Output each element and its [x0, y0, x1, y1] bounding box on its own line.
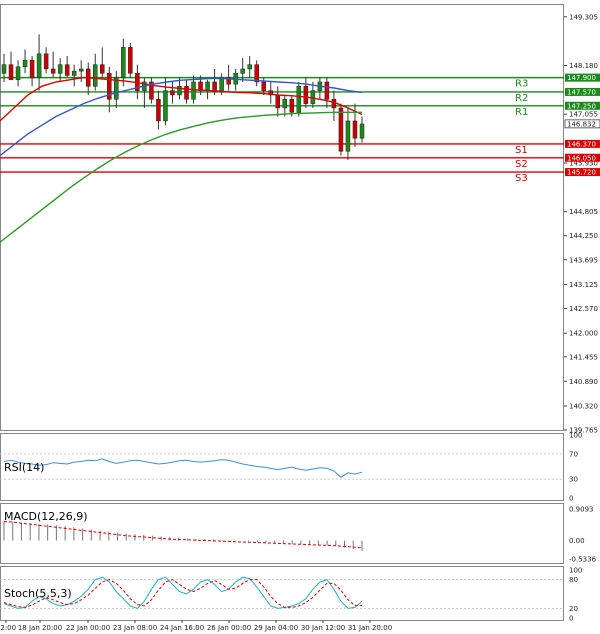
- candle-bear: [50, 68, 56, 74]
- level-name-s3: S3: [515, 173, 528, 184]
- macd-tick-label: -0.5336: [569, 556, 597, 564]
- candle-bull: [71, 70, 77, 76]
- stoch-tick-label: 100: [569, 567, 582, 575]
- level-name-s2: S2: [515, 159, 528, 170]
- x-axis-label: 18 Jan 20:00: [18, 624, 62, 632]
- y-tick-label: 141.455: [569, 353, 598, 361]
- candle-bull: [240, 68, 245, 74]
- candle-bear: [324, 81, 330, 100]
- candle-bear: [254, 64, 259, 83]
- level-name-s1: S1: [515, 145, 528, 156]
- level-price-label: 147.570: [567, 88, 596, 96]
- rsi-tick-label: 30: [569, 476, 578, 484]
- candle-bull: [1, 64, 7, 74]
- candle-bull: [205, 81, 210, 91]
- rsi-title: RSI(14): [4, 461, 44, 474]
- stoch-title: Stoch(5,5,3): [4, 587, 72, 600]
- candle-bull: [121, 47, 126, 78]
- y-tick-label: 147.055: [569, 111, 598, 119]
- level-name-r1: R1: [515, 107, 528, 118]
- x-axis-label: 24 Jan 16:00: [160, 624, 204, 632]
- candle-bear: [43, 53, 49, 70]
- level-price-label: 146.370: [567, 140, 596, 148]
- candle-bear: [64, 64, 70, 76]
- candle-bear: [156, 99, 161, 122]
- candle-bull: [219, 77, 224, 91]
- candle-bear: [29, 60, 35, 78]
- macd-tick-label: 0.9093: [569, 506, 594, 514]
- x-axis-label: 29 Jan 04:00: [254, 624, 298, 632]
- stoch-tick-label: 0: [569, 615, 573, 623]
- level-price-label: 147.900: [567, 74, 596, 82]
- candle-bull: [345, 120, 351, 152]
- candle-bull: [296, 86, 302, 113]
- x-axis-label: 26 Jan 00:00: [207, 624, 251, 632]
- stoch-tick-label: 20: [569, 605, 578, 613]
- candle-bear: [100, 64, 105, 74]
- candle-bull: [78, 68, 84, 72]
- candle-bull: [57, 64, 63, 74]
- rsi-tick-label: 70: [569, 450, 578, 458]
- candle-bull: [359, 123, 365, 139]
- y-tick-label: 144.805: [569, 208, 598, 216]
- y-tick-label: 140.320: [569, 402, 598, 410]
- rsi-tick-label: 100: [569, 432, 582, 440]
- candle-bear: [170, 90, 175, 96]
- candle-bear: [212, 81, 217, 91]
- x-axis-label: 23 Jan 08:00: [113, 624, 157, 632]
- pane-frame: [0, 433, 564, 501]
- macd-tick-label: 0.00: [569, 537, 585, 545]
- pane-frame: [0, 566, 564, 621]
- candle-bull: [191, 81, 196, 100]
- level-price-label: 147.250: [567, 102, 596, 110]
- level-price-label: 146.050: [567, 154, 596, 162]
- current-price-label: 146.832: [567, 120, 596, 128]
- macd-title: MACD(12,26,9): [4, 510, 88, 523]
- stoch-tick-label: 80: [569, 576, 578, 584]
- y-tick-label: 143.695: [569, 256, 598, 264]
- candle-bear: [289, 99, 295, 113]
- level-name-r2: R2: [515, 93, 528, 104]
- x-axis-label: 22 Jan 00:00: [66, 624, 110, 632]
- candle-bull: [93, 64, 98, 87]
- candle-bull: [15, 66, 21, 81]
- candle-bear: [331, 99, 337, 109]
- candle-bear: [198, 81, 203, 91]
- level-price-label: 145.720: [567, 169, 596, 177]
- level-name-r3: R3: [515, 79, 528, 90]
- y-tick-label: 140.890: [569, 378, 598, 386]
- candle-bear: [303, 86, 309, 104]
- x-axis-label: 30 Jan 12:00: [301, 624, 345, 632]
- candle-bear: [8, 64, 14, 81]
- candle-bear: [338, 107, 344, 152]
- y-tick-label: 142.570: [569, 305, 598, 313]
- pane-frame: [0, 4, 564, 431]
- candle-bull: [247, 64, 252, 70]
- y-tick-label: 143.125: [569, 281, 598, 289]
- candle-bull: [163, 90, 168, 122]
- rsi-tick-label: 0: [569, 495, 573, 503]
- x-axis-label: 31 Jan 20:00: [348, 624, 392, 632]
- candle-bull: [22, 60, 28, 68]
- y-tick-label: 142.000: [569, 330, 598, 338]
- y-tick-label: 144.250: [569, 232, 598, 240]
- candle-bull: [36, 53, 42, 78]
- candle-bear: [128, 47, 133, 74]
- candle-bear: [261, 81, 266, 91]
- trading-chart: 149.305148.180147.055145.930144.805144.2…: [0, 4, 600, 632]
- candle-bull: [310, 90, 316, 104]
- candle-bear: [352, 120, 358, 139]
- y-tick-label: 148.180: [569, 62, 598, 70]
- candle-bear: [275, 94, 281, 109]
- candle-bull: [282, 99, 288, 109]
- y-tick-label: 149.305: [569, 13, 598, 21]
- x-axis-label: 12:00: [0, 624, 16, 632]
